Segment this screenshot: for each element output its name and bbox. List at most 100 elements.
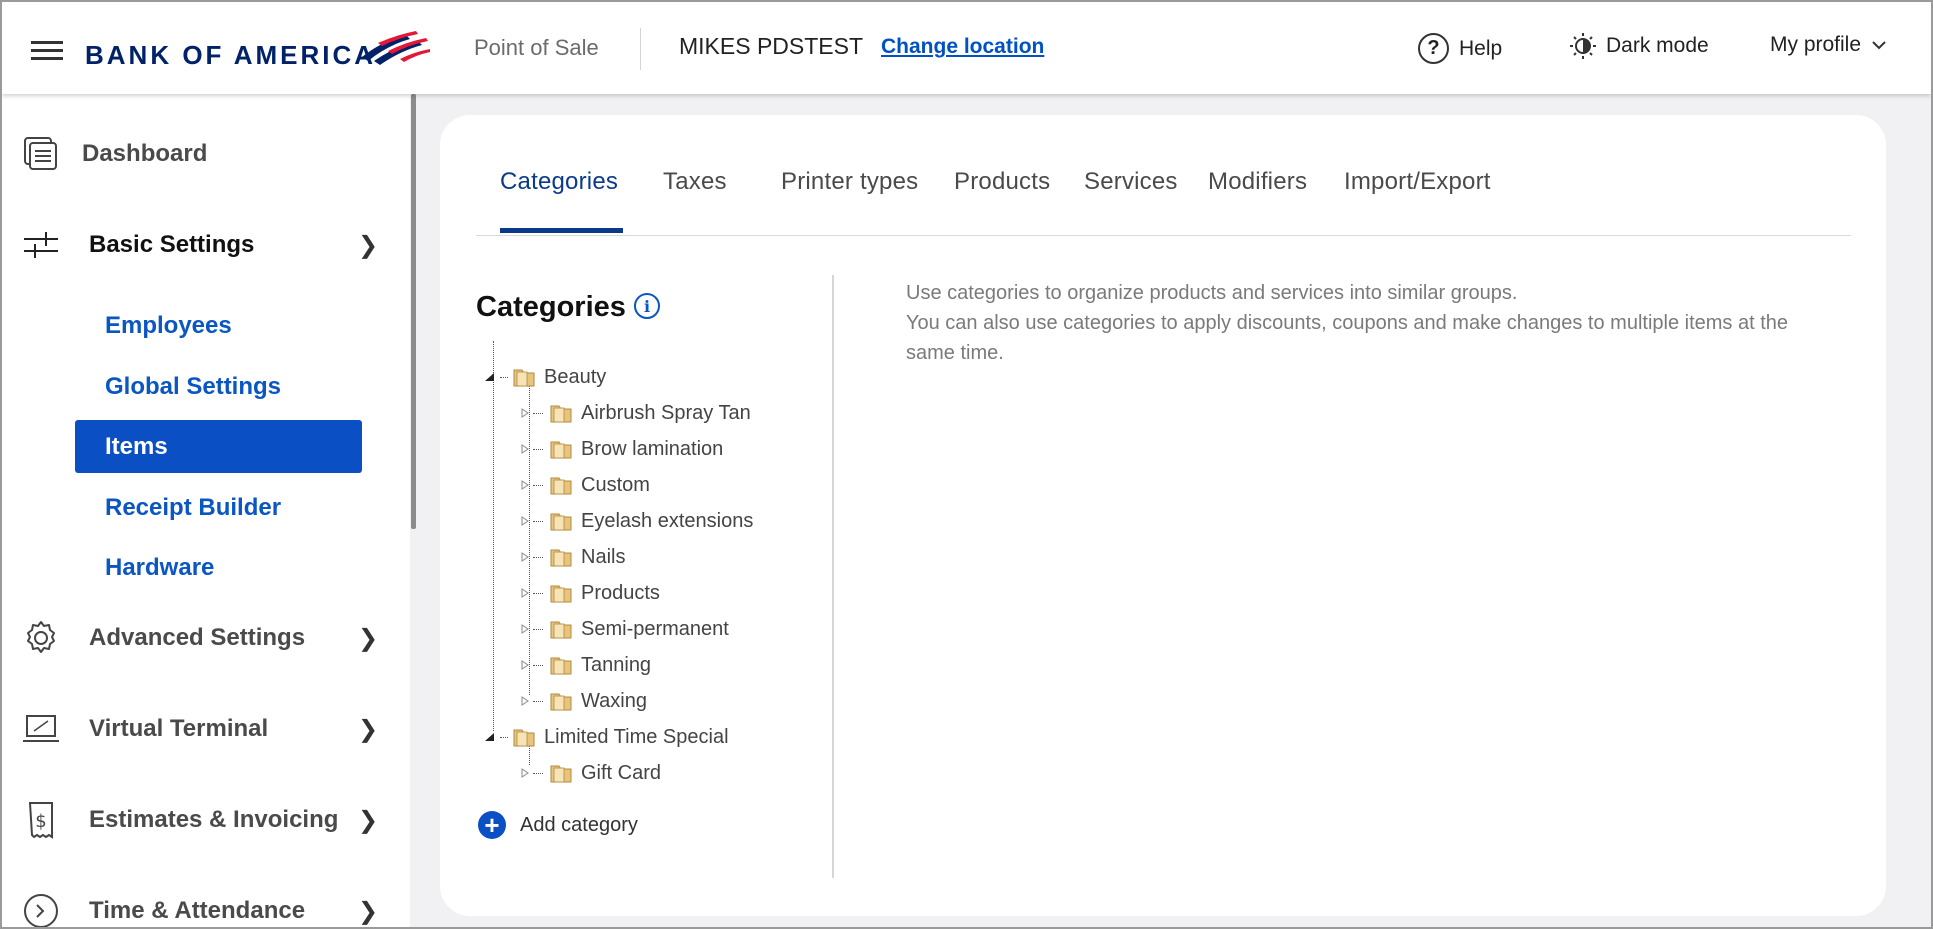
tab-printer-types[interactable]: Printer types <box>781 168 918 196</box>
expand-triangle-icon <box>521 624 529 634</box>
tree-item-label: Brow lamination <box>581 437 724 460</box>
content-card: Categories Taxes Printer types Products … <box>440 115 1886 916</box>
sidebar-item-label: Estimates & Invoicing <box>89 806 339 833</box>
expand-triangle-icon <box>521 768 529 778</box>
folder-icon <box>513 369 535 387</box>
sidebar-subitem-receipt-builder[interactable]: Receipt Builder <box>75 481 362 534</box>
chevron-down-icon <box>1872 41 1886 50</box>
tree-item-brow-lamination[interactable]: Brow lamination <box>521 431 723 467</box>
sidebar-item-dashboard[interactable]: Dashboard <box>2 134 410 174</box>
expand-triangle-icon <box>521 660 529 670</box>
panel-divider <box>832 275 834 878</box>
tree-item-nails[interactable]: Nails <box>521 539 625 575</box>
tab-import-export[interactable]: Import/Export <box>1344 168 1491 196</box>
sidebar-item-virtual-terminal[interactable]: Virtual Terminal ❯ <box>2 709 410 749</box>
sidebar-scrollbar[interactable] <box>411 94 416 529</box>
tree-item-airbrush-spray-tan[interactable]: Airbrush Spray Tan <box>521 395 751 431</box>
tree-item-label: Eyelash extensions <box>581 509 754 532</box>
tab-services[interactable]: Services <box>1084 168 1178 196</box>
tree-item-beauty[interactable]: Beauty <box>484 359 606 395</box>
chevron-right-icon: ❯ <box>358 624 379 652</box>
gear-icon <box>27 621 55 653</box>
active-tab-indicator <box>500 228 623 233</box>
sidebar-item-advanced-settings[interactable]: Advanced Settings ❯ <box>2 618 410 658</box>
invoice-icon: $ <box>28 802 53 839</box>
location-name: MIKES PDSTEST <box>679 33 864 59</box>
app-window: BANK OF AMERICA Point of Sale MIKES PDST… <box>0 0 1933 929</box>
chevron-right-icon: ❯ <box>358 806 379 834</box>
expand-triangle-icon <box>521 552 529 562</box>
folder-icon <box>550 657 572 675</box>
expand-triangle-icon <box>521 480 529 490</box>
expand-triangle-icon <box>521 516 529 526</box>
change-location-link[interactable]: Change location <box>881 35 1044 59</box>
add-category-label: Add category <box>520 813 638 836</box>
sidebar-item-label: Advanced Settings <box>89 624 306 651</box>
tree-item-products[interactable]: Products <box>521 575 660 611</box>
sidebar-subitem-global-settings[interactable]: Global Settings <box>75 360 362 413</box>
dark-mode-label: Dark mode <box>1606 34 1709 57</box>
tree-item-waxing[interactable]: Waxing <box>521 683 647 719</box>
folder-icon <box>550 549 572 567</box>
plus-icon: + <box>478 811 506 839</box>
folder-icon <box>550 477 572 495</box>
brand-flag-icon <box>362 31 430 65</box>
folder-icon <box>550 621 572 639</box>
laptop-icon <box>23 715 59 742</box>
contrast-icon <box>1570 33 1596 59</box>
tree-item-limited-time-special[interactable]: Limited Time Special <box>484 719 729 755</box>
tree-item-label: Semi-permanent <box>581 617 729 640</box>
tree-item-label: Airbrush Spray Tan <box>581 401 751 424</box>
folder-icon <box>550 585 572 603</box>
folder-icon <box>513 729 535 747</box>
tree-item-tanning[interactable]: Tanning <box>521 647 651 683</box>
tree-item-label: Tanning <box>581 653 652 676</box>
menu-icon[interactable] <box>31 41 63 61</box>
sidebar-item-basic-settings[interactable]: Basic Settings ❯ <box>2 225 410 265</box>
description-line-1: Use categories to organize products and … <box>906 282 1518 304</box>
tab-bar: Categories Taxes Printer types Products … <box>476 168 1851 236</box>
tab-categories[interactable]: Categories <box>500 168 618 196</box>
tree-item-custom[interactable]: Custom <box>521 467 650 503</box>
sidebar-item-label: Dashboard <box>82 140 208 167</box>
profile-label: My profile <box>1770 33 1862 56</box>
info-icon[interactable]: i <box>634 293 660 319</box>
my-profile-menu[interactable]: My profile <box>1770 33 1887 57</box>
folder-icon <box>550 441 572 459</box>
sidebar-subitem-hardware[interactable]: Hardware <box>75 541 362 594</box>
sidebar-subitem-items[interactable]: Items <box>75 420 362 473</box>
sidebar-item-time-attendance[interactable]: Time & Attendance ❯ <box>2 891 410 927</box>
categories-description: Use categories to organize products and … <box>906 278 1806 368</box>
chevron-right-icon: ❯ <box>358 715 379 743</box>
folder-icon <box>550 765 572 783</box>
dark-mode-button[interactable]: Dark mode <box>1570 33 1709 59</box>
sidebar-item-label: Virtual Terminal <box>89 715 269 742</box>
tab-modifiers[interactable]: Modifiers <box>1208 168 1307 196</box>
help-icon: ? <box>1418 33 1449 64</box>
folder-icon <box>550 513 572 531</box>
expand-triangle-icon <box>521 444 529 454</box>
sidebar-subitem-employees[interactable]: Employees <box>75 299 362 352</box>
expand-triangle-icon <box>521 408 529 418</box>
tree-item-label: Custom <box>581 473 650 496</box>
tree-item-label: Waxing <box>581 689 647 712</box>
sidebar-item-estimates-invoicing[interactable]: $ Estimates & Invoicing ❯ <box>2 800 410 840</box>
tree-item-label: Gift Card <box>581 761 662 784</box>
collapse-triangle-icon <box>485 733 494 741</box>
sidebar: Dashboard Basic Settings ❯ Employees Glo… <box>2 94 410 927</box>
chevron-right-icon: ❯ <box>358 231 379 259</box>
tree-item-semi-permanent[interactable]: Semi-permanent <box>521 611 729 647</box>
tab-products[interactable]: Products <box>954 168 1050 196</box>
tree-item-eyelash-extensions[interactable]: Eyelash extensions <box>521 503 753 539</box>
sliders-icon <box>24 232 58 258</box>
add-category-button[interactable]: + Add category <box>478 811 638 839</box>
tab-taxes[interactable]: Taxes <box>663 168 727 196</box>
clock-icon <box>24 894 58 927</box>
help-button[interactable]: ? Help <box>1418 33 1502 64</box>
expand-triangle-icon <box>521 588 529 598</box>
tree-item-gift-card[interactable]: Gift Card <box>521 755 661 791</box>
tree-item-label: Products <box>581 581 660 604</box>
chevron-right-icon: ❯ <box>358 897 379 925</box>
brand-logo-text: BANK OF AMERICA <box>85 40 377 70</box>
header-divider <box>640 28 641 70</box>
